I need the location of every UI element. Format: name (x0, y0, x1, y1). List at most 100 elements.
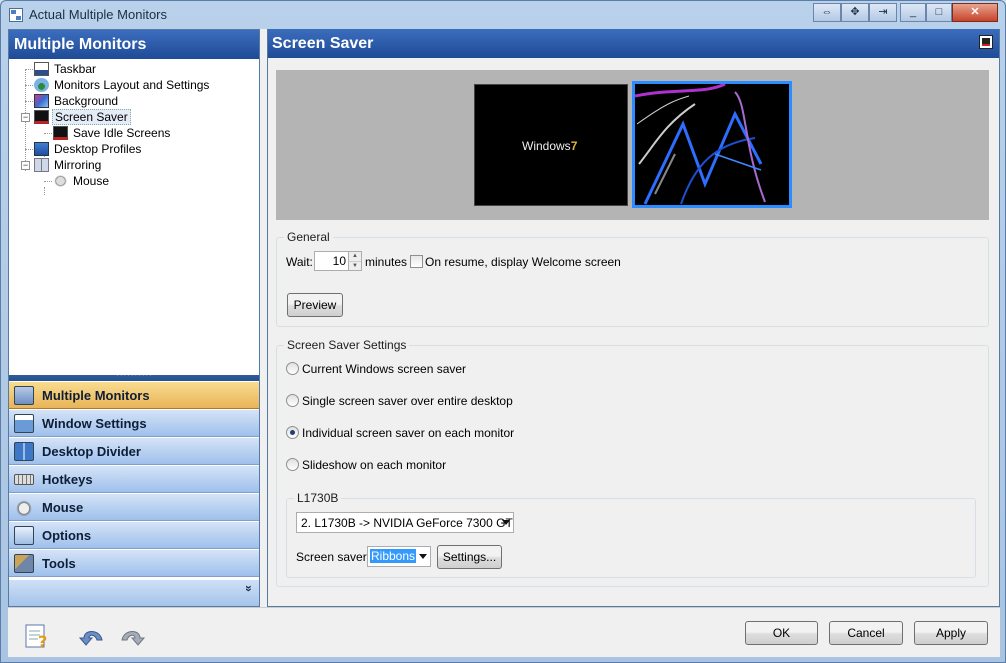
radio-slideshow-label[interactable]: Slideshow on each monitor (302, 458, 446, 472)
nav-options[interactable]: Options (9, 521, 259, 549)
tree-connector (25, 69, 33, 70)
tree-connector (25, 85, 33, 86)
resume-welcome-checkbox[interactable] (410, 255, 423, 268)
monitor-2-preview[interactable] (632, 81, 792, 208)
radio-individual-label[interactable]: Individual screen saver on each monitor (302, 426, 514, 440)
radio-slideshow[interactable] (286, 458, 299, 471)
radio-current-windows-label[interactable]: Current Windows screen saver (302, 362, 466, 376)
window-settings-icon (14, 414, 34, 433)
settings-tree[interactable]: Taskbar Monitors Layout and Settings Bac… (9, 59, 259, 375)
spin-up-icon[interactable]: ▲ (348, 252, 361, 261)
mirroring-icon (34, 158, 49, 172)
chevron-down-icon (419, 554, 427, 559)
app-icon (9, 8, 23, 22)
nav-label: Tools (42, 556, 76, 571)
window-title: Actual Multiple Monitors (29, 7, 167, 22)
screen-saver-settings-group: Screen Saver Settings Current Windows sc… (276, 338, 989, 587)
tree-item-label: Desktop Profiles (54, 142, 142, 156)
app-window: Actual Multiple Monitors ⇔ ✥ ⇥ _ □ ✕ Mul… (0, 0, 1006, 663)
pin-button[interactable]: ⇔ (813, 3, 841, 22)
tree-item-label: Monitors Layout and Settings (54, 78, 210, 92)
maximize-button[interactable]: □ (926, 3, 952, 22)
tree-item-background[interactable]: Background (9, 93, 249, 109)
help-icon[interactable]: ? (24, 622, 50, 651)
nav-label: Window Settings (42, 416, 147, 431)
keyboard-icon (14, 474, 34, 485)
title-bar[interactable]: Actual Multiple Monitors ⇔ ✥ ⇥ _ □ ✕ (1, 1, 1005, 29)
cancel-button[interactable]: Cancel (829, 621, 903, 645)
radio-current-windows[interactable] (286, 362, 299, 375)
preview-button[interactable]: Preview (287, 293, 343, 317)
nav-desktop-divider[interactable]: Desktop Divider (9, 437, 259, 465)
screen-saver-value: Ribbons (370, 549, 417, 563)
nav-multiple-monitors[interactable]: Multiple Monitors (9, 381, 259, 409)
idle-screens-icon (53, 126, 68, 140)
left-panel-header: Multiple Monitors (9, 30, 259, 59)
tree-connector (44, 181, 52, 182)
bottom-bar: ? OK Cancel Apply (8, 607, 1000, 657)
nav-hotkeys[interactable]: Hotkeys (9, 465, 259, 493)
multiple-monitors-icon (14, 386, 34, 405)
wait-label: Wait: (286, 255, 313, 269)
tree-item-label: Save Idle Screens (73, 126, 171, 140)
general-group: General Wait: 10 ▲ ▼ minutes On resume, … (276, 230, 989, 327)
page-title: Screen Saver (268, 29, 999, 58)
nav-footer: » (9, 580, 259, 606)
radio-single-screen-label[interactable]: Single screen saver over entire desktop (302, 394, 513, 408)
redo-icon[interactable] (118, 622, 146, 648)
left-panel: Multiple Monitors Taskbar Monitors Layou… (8, 29, 260, 607)
resume-welcome-label[interactable]: On resume, display Welcome screen (425, 255, 621, 269)
move-button[interactable]: ✥ (841, 3, 869, 22)
apply-button[interactable]: Apply (914, 621, 988, 645)
page-title-text: Screen Saver (272, 35, 374, 52)
tree-item-monitors-layout[interactable]: Monitors Layout and Settings (9, 77, 249, 93)
tree-item-taskbar[interactable]: Taskbar (9, 61, 249, 77)
tree-connector (25, 101, 33, 102)
collapse-icon[interactable]: − (21, 113, 30, 122)
nav-label: Multiple Monitors (42, 388, 150, 403)
monitor-group-title: L1730B (294, 491, 342, 505)
monitor-1-text: Windows7 (522, 139, 578, 153)
nav-window-settings[interactable]: Window Settings (9, 409, 259, 437)
monitors-layout-icon (34, 78, 49, 92)
monitor-1-preview[interactable]: Windows7 (474, 84, 628, 206)
client-area: Multiple Monitors Taskbar Monitors Layou… (8, 29, 1000, 657)
desktop-divider-icon (14, 442, 34, 461)
ribbons-preview-image (634, 82, 766, 205)
ok-button[interactable]: OK (745, 621, 818, 645)
monitor-preview: Windows7 (276, 70, 989, 220)
tree-item-save-idle-screens[interactable]: Save Idle Screens (9, 125, 249, 141)
nav-label: Options (42, 528, 92, 543)
screen-saver-select[interactable]: Ribbons (367, 546, 431, 567)
expand-chevron-icon[interactable]: » (242, 585, 256, 592)
dock-button[interactable]: ⇥ (869, 3, 897, 22)
settings-group-title: Screen Saver Settings (284, 338, 410, 352)
tree-item-mirroring[interactable]: − Mirroring (9, 157, 249, 173)
wait-value: 10 (332, 254, 346, 268)
tree-item-screen-saver[interactable]: − Screen Saver (9, 109, 249, 125)
tree-item-label: Taskbar (54, 62, 97, 76)
monitor-select[interactable]: 2. L1730B -> NVIDIA GeForce 7300 GT (296, 512, 514, 533)
collapse-icon[interactable]: − (21, 161, 30, 170)
tree-item-label: Mirroring (54, 158, 102, 172)
desktop-profiles-icon (34, 142, 49, 156)
tools-icon (14, 554, 34, 573)
wait-minutes-stepper[interactable]: 10 ▲ ▼ (314, 251, 362, 271)
settings-button[interactable]: Settings... (437, 545, 502, 569)
tree-item-label: Screen Saver (52, 109, 131, 125)
radio-individual[interactable] (286, 426, 299, 439)
screen-saver-icon (979, 35, 993, 49)
radio-single-screen[interactable] (286, 394, 299, 407)
minimize-button[interactable]: _ (900, 3, 926, 22)
nav-mouse[interactable]: Mouse (9, 493, 259, 521)
spin-down-icon[interactable]: ▼ (348, 261, 361, 270)
monitor-select-value: 2. L1730B -> NVIDIA GeForce 7300 GT (301, 516, 513, 530)
tree-item-desktop-profiles[interactable]: Desktop Profiles (9, 141, 249, 157)
undo-icon[interactable] (78, 622, 104, 648)
minutes-label: minutes (365, 255, 408, 269)
nav-label: Desktop Divider (42, 444, 141, 459)
general-group-title: General (284, 230, 333, 244)
close-button[interactable]: ✕ (952, 3, 998, 22)
tree-item-mouse[interactable]: Mouse (9, 173, 249, 189)
nav-tools[interactable]: Tools (9, 549, 259, 577)
